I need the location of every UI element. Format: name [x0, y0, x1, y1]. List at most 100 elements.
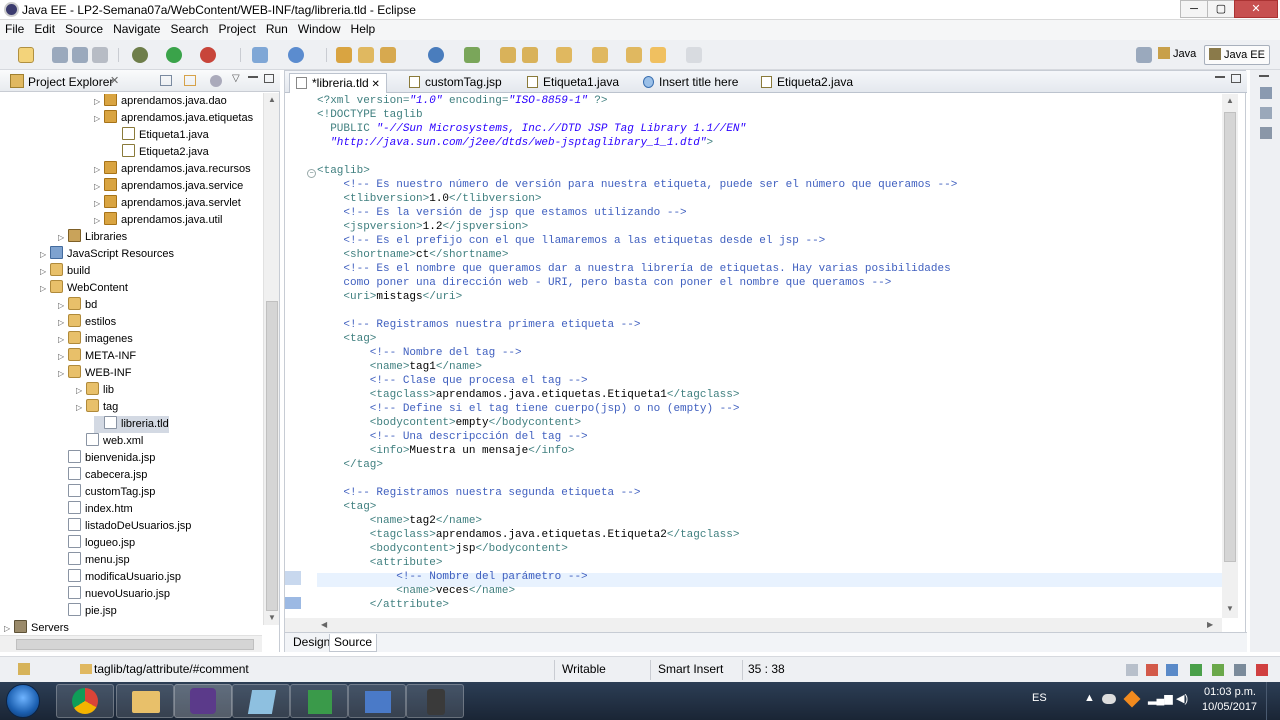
- tree-item[interactable]: web.xml: [76, 433, 143, 450]
- minimize-view-icon[interactable]: [248, 75, 258, 78]
- editor-horizontal-scrollbar[interactable]: ◀ ▶: [285, 618, 1222, 632]
- app-taskbar-button[interactable]: [348, 684, 406, 718]
- minimize-icon[interactable]: [1259, 74, 1269, 77]
- start-button[interactable]: [6, 684, 40, 718]
- tree-item[interactable]: ▷ tag: [76, 399, 118, 416]
- tree-item[interactable]: Etiqueta2.java: [112, 144, 209, 161]
- menu-project[interactable]: Project: [213, 20, 260, 36]
- tray-icon[interactable]: [1190, 664, 1202, 676]
- expand-toggle-icon[interactable]: ▷: [94, 212, 104, 229]
- view-menu-icon[interactable]: [210, 75, 222, 87]
- tree-horizontal-scrollbar[interactable]: [0, 635, 262, 652]
- tree-item[interactable]: Etiqueta1.java: [112, 127, 209, 144]
- new-web-project-icon[interactable]: [288, 47, 304, 63]
- tree-item[interactable]: libreria.tld: [94, 416, 169, 433]
- scroll-down-icon[interactable]: ▼: [268, 613, 276, 622]
- next-annotation-icon[interactable]: [556, 47, 572, 63]
- tree-item[interactable]: listadoDeUsuarios.jsp: [58, 518, 191, 535]
- show-desktop-button[interactable]: [1266, 682, 1280, 720]
- properties-icon[interactable]: [1260, 127, 1272, 139]
- tree-item[interactable]: menu.jsp: [58, 552, 130, 569]
- expand-toggle-icon[interactable]: ▷: [94, 178, 104, 195]
- chevron-down-icon[interactable]: ▽: [232, 73, 240, 84]
- tree-item[interactable]: ▷ aprendamos.java.util: [94, 212, 223, 229]
- tree-item[interactable]: ▷ lib: [76, 382, 114, 399]
- tree-item[interactable]: ▷ build: [40, 263, 90, 280]
- expand-toggle-icon[interactable]: ▷: [58, 297, 68, 314]
- show-hidden-icons[interactable]: ▲: [1084, 692, 1095, 704]
- tree-vertical-scrollbar[interactable]: ▲ ▼: [263, 93, 279, 625]
- tree-item[interactable]: cabecera.jsp: [58, 467, 147, 484]
- outline-icon[interactable]: [1260, 87, 1272, 99]
- editor-tab[interactable]: *libreria.tld ✕: [289, 73, 387, 93]
- chrome-taskbar-button[interactable]: [56, 684, 114, 718]
- new-icon[interactable]: [18, 47, 34, 63]
- menu-window[interactable]: Window: [293, 20, 346, 36]
- maximize-button[interactable]: ▢: [1207, 0, 1235, 18]
- scroll-thumb[interactable]: [1224, 112, 1236, 562]
- tree-item[interactable]: ▷ aprendamos.java.servlet: [94, 195, 241, 212]
- tree-item[interactable]: nuevoUsuario.jsp: [58, 586, 170, 603]
- expand-toggle-icon[interactable]: ▷: [40, 246, 50, 263]
- tab-source[interactable]: Source: [329, 634, 378, 652]
- tray-icon[interactable]: [1126, 664, 1138, 676]
- menu-navigate[interactable]: Navigate: [108, 20, 165, 36]
- minimize-button[interactable]: ─: [1180, 0, 1208, 18]
- menu-edit[interactable]: Edit: [29, 20, 60, 36]
- tree-item[interactable]: modificaUsuario.jsp: [58, 569, 181, 586]
- app-taskbar-button[interactable]: [406, 684, 464, 718]
- tab-design[interactable]: Design: [289, 634, 334, 652]
- menu-search[interactable]: Search: [165, 20, 213, 36]
- open-task-icon[interactable]: [358, 47, 374, 63]
- minimize-editor-icon[interactable]: [1215, 75, 1225, 78]
- tree-item[interactable]: customTag.jsp: [58, 484, 155, 501]
- close-tab-icon[interactable]: ✕: [369, 79, 379, 90]
- cloud-icon[interactable]: [1102, 694, 1116, 704]
- expand-toggle-icon[interactable]: ▷: [58, 348, 68, 365]
- tree-item[interactable]: ▷ Servers: [4, 620, 69, 634]
- perspective-javaee[interactable]: Java EE: [1204, 45, 1270, 65]
- tree-item[interactable]: pie.jsp: [58, 603, 117, 620]
- scroll-left-icon[interactable]: ◀: [321, 620, 327, 629]
- print-icon[interactable]: [92, 47, 108, 63]
- expand-toggle-icon[interactable]: ▷: [76, 399, 86, 416]
- scroll-thumb[interactable]: [16, 639, 254, 650]
- menu-run[interactable]: Run: [261, 20, 293, 36]
- app-tray-icon[interactable]: [1123, 690, 1141, 708]
- language-indicator[interactable]: ES: [1032, 692, 1047, 704]
- expand-toggle-icon[interactable]: ▷: [94, 195, 104, 212]
- tree-item[interactable]: ▷ aprendamos.java.dao: [94, 94, 227, 110]
- task-list-icon[interactable]: [1260, 107, 1272, 119]
- tray-icon[interactable]: [1166, 664, 1178, 676]
- tree-item[interactable]: ▷ aprendamos.java.etiquetas: [94, 110, 253, 127]
- prev-annotation-icon[interactable]: [592, 47, 608, 63]
- tree-item[interactable]: ▷ Libraries: [58, 229, 127, 246]
- tree-item[interactable]: ▷ WEB-INF: [58, 365, 131, 382]
- new-server-icon[interactable]: [252, 47, 268, 63]
- perspective-java[interactable]: Java: [1154, 45, 1200, 65]
- new-fast-view-icon[interactable]: [18, 663, 30, 675]
- tree-item[interactable]: logueo.jsp: [58, 535, 135, 552]
- scroll-up-icon[interactable]: ▲: [1226, 96, 1234, 105]
- save-all-icon[interactable]: [72, 47, 88, 63]
- close-button[interactable]: ✕: [1234, 0, 1278, 18]
- expand-toggle-icon[interactable]: ▷: [58, 331, 68, 348]
- globe-icon[interactable]: [428, 47, 444, 63]
- close-view-icon[interactable]: ✕: [110, 74, 119, 87]
- tree-item[interactable]: ▷ META-INF: [58, 348, 136, 365]
- tree-item[interactable]: ▷ aprendamos.java.recursos: [94, 161, 251, 178]
- open-type-icon[interactable]: [336, 47, 352, 63]
- external-tools-icon[interactable]: [200, 47, 216, 63]
- tree-item[interactable]: ▷ JavaScript Resources: [40, 246, 174, 263]
- scroll-right-icon[interactable]: ▶: [1207, 620, 1213, 629]
- tree-item[interactable]: ▷ estilos: [58, 314, 116, 331]
- tray-icon[interactable]: [1234, 664, 1246, 676]
- run-icon[interactable]: [166, 47, 182, 63]
- maximize-view-icon[interactable]: [264, 74, 274, 83]
- expand-toggle-icon[interactable]: ▷: [58, 229, 68, 246]
- scroll-up-icon[interactable]: ▲: [268, 95, 276, 104]
- open-perspective-icon[interactable]: [1136, 47, 1152, 63]
- debug-icon[interactable]: [132, 47, 148, 63]
- tree-item[interactable]: index.htm: [58, 501, 133, 518]
- menu-source[interactable]: Source: [60, 20, 108, 36]
